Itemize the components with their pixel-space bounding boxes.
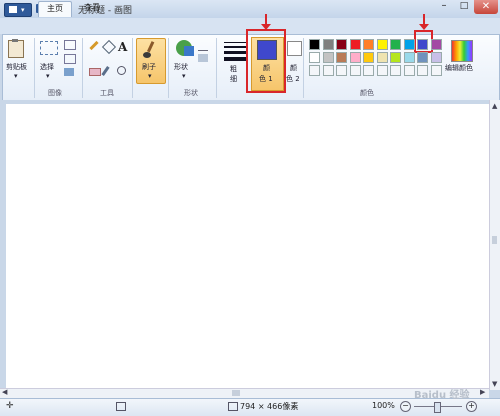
palette-swatch[interactable] xyxy=(417,39,428,50)
palette-swatch[interactable] xyxy=(336,65,347,76)
size-line-heavy xyxy=(224,57,246,61)
palette-swatch[interactable] xyxy=(390,39,401,50)
tab-home[interactable]: 主页 xyxy=(38,1,72,17)
palette-swatch[interactable] xyxy=(349,52,361,63)
resize-icon[interactable] xyxy=(64,54,76,64)
palette-swatch[interactable] xyxy=(322,52,334,63)
size-line-thin xyxy=(224,42,246,43)
brush-icon xyxy=(143,41,155,58)
separator xyxy=(216,38,217,98)
size-label-bottom[interactable]: 细 xyxy=(230,74,237,84)
palette-swatch[interactable] xyxy=(376,39,388,50)
cursor-position-icon: ✛ xyxy=(6,401,14,411)
highlight-box-color1 xyxy=(246,29,286,93)
paint-menu-button[interactable]: ▾ xyxy=(4,3,32,17)
palette-swatch[interactable] xyxy=(430,39,442,50)
brushes-dropdown-icon[interactable]: ▾ xyxy=(148,72,152,80)
scroll-up-icon[interactable]: ▲ xyxy=(492,102,497,110)
drawing-canvas[interactable] xyxy=(6,104,489,388)
tools-group-label: 工具 xyxy=(100,89,114,97)
palette-swatch[interactable] xyxy=(376,65,388,76)
watermark: Baidu 经验 xyxy=(414,390,470,401)
tab-view[interactable]: 查看 xyxy=(76,1,108,16)
shapes-dropdown-icon[interactable]: ▾ xyxy=(182,72,186,80)
vertical-scrollbar[interactable] xyxy=(489,100,500,390)
select-button-label[interactable]: 选择 xyxy=(40,62,54,72)
select-dropdown-icon[interactable]: ▾ xyxy=(46,72,50,80)
size-line-thick xyxy=(224,51,246,54)
separator xyxy=(82,38,83,98)
palette-swatch[interactable] xyxy=(349,65,361,76)
zoom-level: 100% xyxy=(372,401,395,410)
palette-swatch[interactable] xyxy=(336,39,347,50)
clipboard-icon[interactable] xyxy=(8,39,24,58)
zoom-out-button[interactable]: − xyxy=(400,401,411,412)
separator xyxy=(34,38,35,98)
canvas-size-text: 794 × 466像素 xyxy=(240,402,299,411)
palette-swatch[interactable] xyxy=(403,39,415,50)
horizontal-scroll-thumb[interactable] xyxy=(232,390,240,396)
palette-swatch[interactable] xyxy=(363,52,374,63)
palette-swatch[interactable] xyxy=(322,65,334,76)
text-icon[interactable]: A xyxy=(118,40,127,54)
scroll-right-icon[interactable]: ▶ xyxy=(480,388,485,396)
palette-swatch[interactable] xyxy=(417,65,428,76)
scroll-down-icon[interactable]: ▼ xyxy=(492,380,497,388)
color2-label-top: 颜 xyxy=(290,64,297,72)
shapes-square-icon xyxy=(184,46,194,56)
edit-colors-icon[interactable] xyxy=(451,40,473,62)
color2-label-bottom: 色 2 xyxy=(286,75,300,83)
outline-icon[interactable] xyxy=(198,42,208,51)
shapes-group-label: 形状 xyxy=(184,89,198,97)
close-button[interactable]: ✕ xyxy=(474,0,498,14)
palette-swatch[interactable] xyxy=(390,65,401,76)
maximize-button[interactable]: □ xyxy=(454,0,474,14)
scroll-left-icon[interactable]: ◀ xyxy=(2,388,7,396)
palette-swatch[interactable] xyxy=(430,65,442,76)
palette-swatch[interactable] xyxy=(309,65,320,76)
palette-swatch[interactable] xyxy=(403,65,415,76)
size-label-top[interactable]: 粗 xyxy=(230,64,237,74)
size-line-medium xyxy=(224,46,246,48)
shapes-button-label[interactable]: 形状 xyxy=(174,62,188,72)
palette-swatch[interactable] xyxy=(363,39,374,50)
image-group-label: 图像 xyxy=(48,89,62,97)
palette-swatch[interactable] xyxy=(349,39,361,50)
annotation-arrow-2-head xyxy=(419,24,429,30)
palette-swatch[interactable] xyxy=(417,52,428,63)
zoom-slider-thumb[interactable] xyxy=(434,402,441,413)
edit-colors-label[interactable]: 编辑颜色 xyxy=(445,63,473,73)
selection-size-icon xyxy=(116,402,126,411)
palette-swatch[interactable] xyxy=(363,65,374,76)
brushes-label[interactable]: 刷子 xyxy=(142,62,156,72)
color2-swatch[interactable] xyxy=(287,41,302,56)
title-bar xyxy=(0,0,500,19)
separator xyxy=(168,38,169,98)
eraser-icon[interactable] xyxy=(89,68,101,76)
zoom-in-button[interactable]: + xyxy=(466,401,477,412)
rotate-icon[interactable] xyxy=(64,68,74,76)
fill-style-icon[interactable] xyxy=(198,54,208,62)
vertical-scroll-thumb[interactable] xyxy=(492,236,497,244)
separator xyxy=(132,38,133,98)
palette-swatch[interactable] xyxy=(336,52,347,63)
palette-swatch[interactable] xyxy=(376,52,388,63)
palette-swatch[interactable] xyxy=(430,52,442,63)
palette-swatch[interactable] xyxy=(390,52,401,63)
clipboard-button-label[interactable]: 剪贴板 xyxy=(6,62,27,72)
clipboard-dropdown-icon[interactable]: ▾ xyxy=(14,72,18,80)
minimize-button[interactable]: – xyxy=(434,0,454,14)
palette-swatch[interactable] xyxy=(309,39,320,50)
palette-swatch[interactable] xyxy=(403,52,415,63)
colors-group-label: 颜色 xyxy=(360,89,374,97)
select-icon[interactable] xyxy=(40,41,58,55)
separator xyxy=(303,38,304,98)
magnifier-icon[interactable] xyxy=(117,66,126,75)
crop-icon[interactable] xyxy=(64,40,76,50)
palette-swatch[interactable] xyxy=(322,39,334,50)
canvas-size-icon xyxy=(228,402,238,411)
palette-swatch[interactable] xyxy=(309,52,320,63)
annotation-arrow-1-head xyxy=(261,24,271,30)
